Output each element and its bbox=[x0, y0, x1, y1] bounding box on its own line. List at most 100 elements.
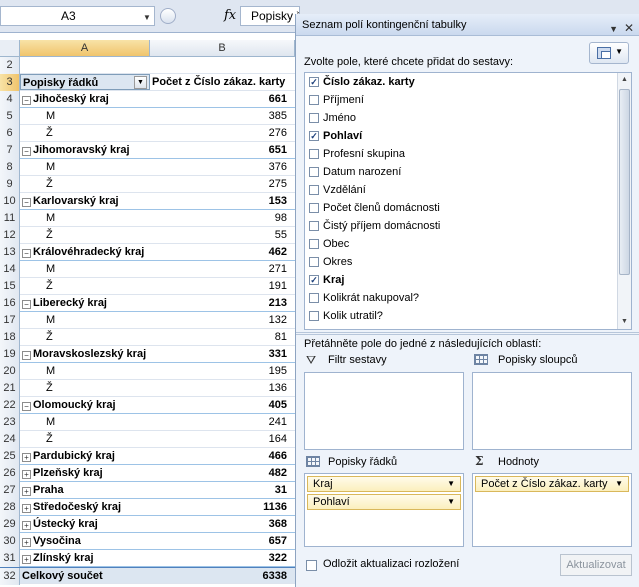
row-label-cell[interactable]: + Středočeský kraj bbox=[20, 499, 150, 515]
expand-icon[interactable]: + bbox=[22, 487, 31, 496]
value-cell[interactable]: 6338 bbox=[150, 568, 287, 584]
field-checkbox[interactable] bbox=[309, 257, 319, 267]
row-label-cell[interactable]: + Vysočina bbox=[20, 533, 150, 549]
value-cell[interactable]: 132 bbox=[150, 312, 287, 328]
values-zone[interactable]: Počet z Číslo zákaz. karty ▼ bbox=[472, 473, 632, 547]
row-label-cell[interactable]: + Pardubický kraj bbox=[20, 448, 150, 464]
name-box[interactable]: A3 bbox=[0, 6, 155, 26]
collapse-icon[interactable]: − bbox=[22, 249, 31, 258]
expand-icon[interactable]: + bbox=[22, 453, 31, 462]
collapse-icon[interactable]: − bbox=[22, 351, 31, 360]
row-header[interactable]: 12 bbox=[0, 227, 20, 244]
pivot-values-header-cell[interactable]: Počet z Číslo zákaz. karty bbox=[150, 74, 287, 90]
row-header[interactable]: 7 bbox=[0, 142, 20, 159]
value-cell[interactable]: 466 bbox=[150, 448, 287, 464]
row-label-cell[interactable]: + Zlínský kraj bbox=[20, 550, 150, 566]
row-header[interactable]: 20 bbox=[0, 363, 20, 380]
field-item[interactable]: ✓ Pohlaví bbox=[305, 127, 631, 145]
chevron-down-icon[interactable]: ▼ bbox=[447, 495, 455, 509]
columns-zone[interactable] bbox=[472, 372, 632, 450]
row-header[interactable]: 23 bbox=[0, 414, 20, 431]
row-label-cell[interactable]: − Karlovarský kraj bbox=[20, 193, 150, 209]
pivot-row-labels-cell[interactable]: Popisky řádků ▼ bbox=[20, 74, 150, 90]
rows-zone-item-kraj[interactable]: Kraj ▼ bbox=[307, 476, 461, 492]
row-label-cell[interactable]: Ž bbox=[20, 176, 150, 192]
rows-zone[interactable]: Kraj ▼ Pohlaví ▼ bbox=[304, 473, 464, 547]
field-checkbox[interactable]: ✓ bbox=[309, 275, 319, 285]
row-header[interactable]: 2 bbox=[0, 57, 20, 74]
value-cell[interactable]: 657 bbox=[150, 533, 287, 549]
field-checkbox[interactable] bbox=[309, 95, 319, 105]
row-label-cell[interactable]: M bbox=[20, 261, 150, 277]
field-item[interactable]: Jméno bbox=[305, 109, 631, 127]
row-label-cell[interactable]: Ž bbox=[20, 329, 150, 345]
value-cell[interactable]: 322 bbox=[150, 550, 287, 566]
field-checkbox[interactable] bbox=[309, 239, 319, 249]
close-icon[interactable]: ✕ bbox=[624, 17, 634, 39]
scroll-up-icon[interactable]: ▲ bbox=[618, 73, 631, 87]
row-header[interactable]: 5 bbox=[0, 108, 20, 125]
field-item[interactable]: ✓ Číslo zákaz. karty bbox=[305, 73, 631, 91]
row-label-cell[interactable]: M bbox=[20, 210, 150, 226]
row-header[interactable]: 14 bbox=[0, 261, 20, 278]
row-header[interactable]: 21 bbox=[0, 380, 20, 397]
row-header[interactable]: 8 bbox=[0, 159, 20, 176]
field-item[interactable]: Čistý příjem domácnosti bbox=[305, 217, 631, 235]
row-label-cell[interactable]: − Královéhradecký kraj bbox=[20, 244, 150, 260]
value-cell[interactable]: 195 bbox=[150, 363, 287, 379]
field-checkbox[interactable] bbox=[309, 203, 319, 213]
value-cell[interactable]: 368 bbox=[150, 516, 287, 532]
row-label-cell[interactable]: − Jihočeský kraj bbox=[20, 91, 150, 107]
expand-icon[interactable]: + bbox=[22, 555, 31, 564]
scrollbar-thumb[interactable] bbox=[619, 89, 630, 275]
field-item[interactable]: Profesní skupina bbox=[305, 145, 631, 163]
rows-zone-item-pohlavi[interactable]: Pohlaví ▼ bbox=[307, 494, 461, 510]
value-cell[interactable]: 376 bbox=[150, 159, 287, 175]
field-list-scrollbar[interactable]: ▲ ▼ bbox=[617, 73, 631, 329]
row-label-cell[interactable]: + Praha bbox=[20, 482, 150, 498]
field-item[interactable]: ✓ Kraj bbox=[305, 271, 631, 289]
field-checkbox[interactable] bbox=[309, 293, 319, 303]
field-checkbox[interactable] bbox=[309, 113, 319, 123]
collapse-icon[interactable]: − bbox=[22, 402, 31, 411]
row-label-cell[interactable]: − Olomoucký kraj bbox=[20, 397, 150, 413]
row-header[interactable]: 13 bbox=[0, 244, 20, 261]
field-item[interactable]: Příjmení bbox=[305, 91, 631, 109]
chevron-down-icon[interactable]: ▼ bbox=[609, 18, 618, 40]
function-icon[interactable]: fx bbox=[224, 8, 236, 23]
value-cell[interactable]: 164 bbox=[150, 431, 287, 447]
field-item[interactable]: Vzdělání bbox=[305, 181, 631, 199]
row-label-cell[interactable]: M bbox=[20, 159, 150, 175]
value-cell[interactable]: 191 bbox=[150, 278, 287, 294]
field-item[interactable]: Počet členů domácnosti bbox=[305, 199, 631, 217]
chevron-down-icon[interactable]: ▼ bbox=[143, 13, 151, 22]
collapse-icon[interactable]: − bbox=[22, 300, 31, 309]
row-header[interactable]: 3 bbox=[0, 74, 20, 91]
row-header[interactable]: 15 bbox=[0, 278, 20, 295]
row-header[interactable]: 16 bbox=[0, 295, 20, 312]
field-item[interactable]: Datum narození bbox=[305, 163, 631, 181]
scroll-down-icon[interactable]: ▼ bbox=[618, 315, 631, 329]
panel-title-bar[interactable]: Seznam polí kontingenční tabulky ▼ ✕ bbox=[296, 14, 639, 36]
formula-bar-divider-handle[interactable] bbox=[160, 8, 176, 24]
row-header[interactable]: 22 bbox=[0, 397, 20, 414]
row-label-cell[interactable]: M bbox=[20, 414, 150, 430]
column-header-b[interactable]: B bbox=[150, 40, 295, 57]
row-label-cell[interactable]: Ž bbox=[20, 278, 150, 294]
value-cell[interactable]: 98 bbox=[150, 210, 287, 226]
row-header[interactable]: 32 bbox=[0, 568, 20, 585]
collapse-icon[interactable]: − bbox=[22, 96, 31, 105]
row-label-cell[interactable]: + Ústecký kraj bbox=[20, 516, 150, 532]
row-header[interactable]: 10 bbox=[0, 193, 20, 210]
field-item[interactable]: Obec bbox=[305, 235, 631, 253]
value-cell[interactable]: 661 bbox=[150, 91, 287, 107]
value-cell[interactable]: 275 bbox=[150, 176, 287, 192]
update-button[interactable]: Aktualizovat bbox=[560, 554, 632, 576]
collapse-icon[interactable]: − bbox=[22, 198, 31, 207]
row-header[interactable]: 9 bbox=[0, 176, 20, 193]
value-cell[interactable]: 651 bbox=[150, 142, 287, 158]
value-cell[interactable]: 276 bbox=[150, 125, 287, 141]
row-header[interactable]: 28 bbox=[0, 499, 20, 516]
value-cell[interactable]: 385 bbox=[150, 108, 287, 124]
chevron-down-icon[interactable]: ▼ bbox=[615, 477, 623, 491]
